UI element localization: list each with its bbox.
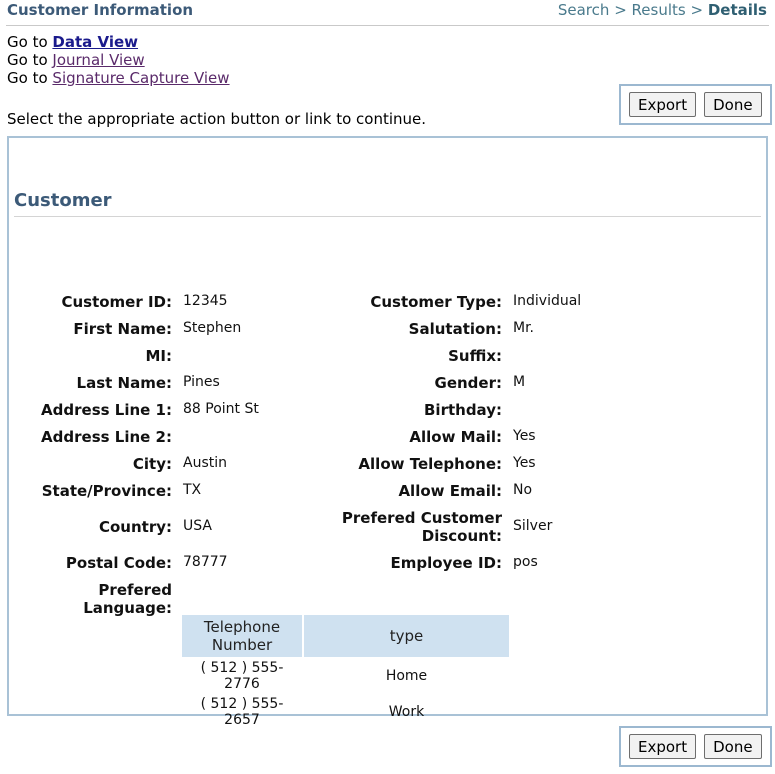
export-button[interactable]: Export bbox=[629, 734, 697, 759]
prefered-customer-discount-label: Prefered Customer Discount: bbox=[9, 509, 502, 545]
telephone-number-header: Telephone Number bbox=[182, 615, 302, 657]
allow-mail-label: Allow Mail: bbox=[409, 428, 502, 446]
goto-signature-capture-view-line: Go to Signature Capture View bbox=[7, 69, 230, 87]
salutation-value: Mr. bbox=[513, 320, 534, 336]
prefered-language-label: Prefered Language: bbox=[83, 581, 172, 617]
goto-journal-view-line: Go to Journal View bbox=[7, 51, 145, 69]
gender-label: Gender: bbox=[434, 374, 502, 392]
breadcrumb-results[interactable]: Results bbox=[632, 1, 686, 19]
header-line2: Number bbox=[211, 636, 273, 654]
goto-prefix: Go to bbox=[7, 51, 48, 69]
employee-id-value: pos bbox=[513, 554, 538, 570]
discount-label-line2: Discount: bbox=[421, 527, 502, 545]
birthday-label: Birthday: bbox=[424, 401, 502, 419]
salutation-label: Salutation: bbox=[408, 320, 502, 338]
journal-view-link[interactable]: Journal View bbox=[52, 51, 144, 69]
telephone-type-cell: Home bbox=[385, 668, 428, 684]
breadcrumb-separator: > bbox=[614, 1, 627, 19]
breadcrumb-details: Details bbox=[707, 1, 767, 19]
table-row: ( 512 ) 555-2776 Home bbox=[182, 659, 509, 693]
table-row: ( 512 ) 555-2657 Work bbox=[182, 695, 509, 729]
header-divider bbox=[6, 25, 769, 26]
suffix-label: Suffix: bbox=[448, 347, 502, 365]
bottom-button-bar: Export Done bbox=[619, 726, 772, 767]
telephone-table: Telephone Number type ( 512 ) 555-2776 H… bbox=[180, 613, 511, 731]
allow-email-value: No bbox=[513, 482, 533, 498]
telephone-type-header: type bbox=[304, 615, 509, 657]
prefered-customer-discount-value: Silver bbox=[513, 518, 553, 534]
employee-id-label: Employee ID: bbox=[390, 554, 502, 572]
allow-email-label: Allow Email: bbox=[398, 482, 502, 500]
signature-capture-view-link[interactable]: Signature Capture View bbox=[52, 69, 229, 87]
export-button[interactable]: Export bbox=[629, 92, 697, 117]
customer-panel: Customer Customer ID: 12345 First Name: … bbox=[7, 136, 768, 728]
breadcrumb-search[interactable]: Search bbox=[558, 1, 610, 19]
gender-value: M bbox=[513, 374, 526, 390]
done-button[interactable]: Done bbox=[704, 734, 762, 759]
section-title: Customer bbox=[14, 190, 112, 211]
done-button[interactable]: Done bbox=[704, 92, 762, 117]
allow-telephone-value: Yes bbox=[513, 455, 536, 471]
breadcrumb: Search > Results > Details bbox=[558, 1, 767, 19]
breadcrumb-separator: > bbox=[690, 1, 704, 19]
page-title: Customer Information bbox=[7, 1, 194, 19]
allow-telephone-label: Allow Telephone: bbox=[358, 455, 502, 473]
header-line1: Telephone bbox=[203, 618, 281, 636]
top-button-bar: Export Done bbox=[619, 84, 772, 125]
goto-data-view-line: Go to Data View bbox=[7, 33, 138, 51]
allow-mail-value: Yes bbox=[513, 428, 536, 444]
telephone-number-cell: ( 512 ) 555-2776 bbox=[200, 660, 284, 692]
goto-prefix: Go to bbox=[7, 33, 48, 51]
customer-type-value: Individual bbox=[513, 293, 582, 309]
telephone-type-cell: Work bbox=[388, 704, 425, 720]
instructions-text: Select the appropriate action button or … bbox=[7, 110, 427, 128]
customer-type-label: Customer Type: bbox=[370, 293, 502, 311]
goto-prefix: Go to bbox=[7, 69, 48, 87]
discount-label-line1: Prefered Customer bbox=[341, 509, 502, 527]
data-view-link[interactable]: Data View bbox=[52, 33, 138, 51]
section-divider bbox=[14, 216, 761, 217]
telephone-number-cell: ( 512 ) 555-2657 bbox=[200, 696, 284, 728]
